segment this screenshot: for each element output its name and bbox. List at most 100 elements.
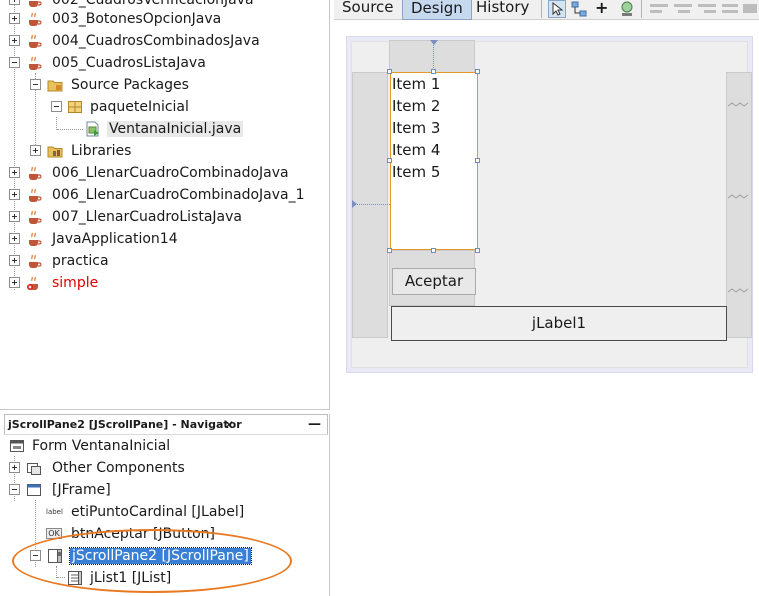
nav-node-label: [JFrame] [52, 482, 111, 498]
tree-node-project[interactable]: 003_BotonesOpcionJava [0, 8, 329, 30]
tree-node-source-packages[interactable]: Source Packages [0, 74, 329, 96]
selection-mode-icon[interactable] [548, 0, 566, 18]
jframe-icon [27, 484, 41, 496]
tree-node-label: 005_CuadrosListaJava [52, 55, 206, 71]
nav-node-label: Other Components [52, 460, 185, 476]
collapse-icon[interactable] [30, 79, 41, 90]
java-project-icon [29, 1, 42, 7]
projects-tree: 002_CuadrosVerificacionJava 003_BotonesO… [0, 0, 330, 410]
nav-node-label: Form VentanaInicial [32, 438, 171, 454]
jlabel1[interactable]: jLabel1 [391, 306, 727, 341]
java-project-error-icon [27, 276, 38, 290]
list-item[interactable]: Item 2 [392, 95, 440, 117]
tree-node-project[interactable]: 006_LlenarCuadroCombinadoJava_1 [0, 184, 329, 206]
anchor-arrow-icon [352, 200, 357, 208]
java-project-icon [29, 254, 42, 268]
expand-icon[interactable] [9, 233, 20, 244]
layout-gap [352, 72, 388, 338]
aceptar-button[interactable]: Aceptar [392, 268, 476, 295]
add-icon[interactable]: + [595, 0, 608, 17]
tree-node-file[interactable]: VentanaInicial.java [0, 118, 329, 140]
connection-mode-icon[interactable] [570, 0, 588, 18]
editor-toolbar: Source Design History + [334, 0, 759, 20]
tree-node-label: paqueteInicial [90, 99, 189, 115]
package-icon [68, 101, 82, 113]
tree-node-label: practica [52, 253, 109, 269]
resize-handle[interactable] [387, 158, 392, 163]
resize-handle[interactable] [475, 69, 480, 74]
navigator-header: jScrollPane2 [JScrollPane] - Navigator ✕… [4, 414, 328, 435]
anchor-arrow-icon [430, 40, 438, 45]
tree-node-label: 004_CuadrosCombinadosJava [52, 33, 260, 49]
preview-icon[interactable] [618, 0, 636, 18]
collapse-icon[interactable] [51, 101, 62, 112]
tree-node-project[interactable]: 004_CuadrosCombinadosJava [0, 30, 329, 52]
tree-node-project[interactable]: 006_LlenarCuadroCombinadoJava [0, 162, 329, 184]
resize-handle[interactable] [475, 158, 480, 163]
align-icon[interactable] [648, 1, 758, 17]
expand-icon[interactable] [30, 145, 41, 156]
nav-node-form[interactable]: Form VentanaInicial [0, 435, 330, 457]
navigator-title[interactable]: jScrollPane2 [JScrollPane] - Navigator [8, 416, 242, 434]
folder-icon [47, 80, 63, 92]
resize-handle[interactable] [431, 69, 436, 74]
tree-node-libraries[interactable]: Libraries [0, 140, 329, 162]
tree-node-project[interactable]: 005_CuadrosListaJava [0, 52, 329, 74]
tab-design[interactable]: Design [402, 0, 472, 20]
jframe-form[interactable]: Item 1 Item 2 Item 3 Item 4 Item 5 Acept… [351, 40, 752, 368]
expand-icon[interactable] [9, 211, 20, 222]
resize-handle[interactable] [387, 69, 392, 74]
expand-icon[interactable] [9, 35, 20, 46]
list-item[interactable]: Item 4 [392, 139, 440, 161]
tree-node-project[interactable]: 007_LlenarCuadroListaJava [0, 206, 329, 228]
collapse-icon[interactable] [9, 57, 20, 68]
expand-icon[interactable] [9, 0, 20, 5]
list-item[interactable]: Item 3 [392, 117, 440, 139]
expand-icon[interactable] [9, 189, 20, 200]
nav-node-other-components[interactable]: Other Components [0, 457, 330, 479]
java-project-icon [29, 210, 42, 224]
tree-node-project[interactable]: simple [0, 272, 329, 294]
resizable-gap-icon [728, 102, 749, 293]
resize-handle[interactable] [387, 248, 392, 253]
toolbar-separator [641, 0, 642, 18]
collapse-icon[interactable] [9, 484, 20, 495]
tree-node-label: 007_LlenarCuadroListaJava [52, 209, 242, 225]
tree-node-package[interactable]: paqueteInicial [0, 96, 329, 118]
tab-history[interactable]: History [468, 0, 537, 20]
java-project-icon [29, 232, 42, 246]
minimize-icon[interactable]: — [308, 416, 321, 434]
expand-icon[interactable] [9, 255, 20, 266]
tree-node-label: VentanaInicial.java [107, 121, 244, 137]
tree-node-label: Source Packages [71, 77, 189, 93]
tab-source[interactable]: Source [334, 0, 402, 20]
expand-icon[interactable] [9, 462, 20, 473]
java-project-icon [29, 166, 42, 180]
form-editor: Source Design History + Item 1 Item 2 It… [334, 0, 759, 596]
close-icon[interactable]: ✕ [224, 416, 234, 434]
resize-handle[interactable] [475, 248, 480, 253]
expand-icon[interactable] [9, 167, 20, 178]
expand-icon[interactable] [9, 277, 20, 288]
tree-node-label: 006_LlenarCuadroCombinadoJava [52, 165, 289, 181]
tree-node-project[interactable]: JavaApplication14 [0, 228, 329, 250]
java-project-icon [29, 188, 42, 202]
tree-node-label: JavaApplication14 [52, 231, 178, 247]
nav-node-jframe[interactable]: [JFrame] [0, 479, 330, 501]
tree-node-label: simple [52, 275, 99, 291]
java-form-file-icon [86, 121, 99, 137]
other-components-icon [27, 463, 41, 475]
java-project-icon [29, 34, 42, 48]
resize-handle[interactable] [431, 248, 436, 253]
expand-icon[interactable] [9, 13, 20, 24]
nav-node-jlabel[interactable]: label etiPuntoCardinal [JLabel] [0, 501, 330, 523]
design-canvas[interactable]: Item 1 Item 2 Item 3 Item 4 Item 5 Acept… [346, 36, 753, 373]
list-item[interactable]: Item 1 [392, 73, 440, 95]
tree-node-project[interactable]: practica [0, 250, 329, 272]
list-item[interactable]: Item 5 [392, 161, 440, 183]
annotation-ellipse [12, 529, 292, 593]
jlist1[interactable]: Item 1 Item 2 Item 3 Item 4 Item 5 [390, 72, 478, 250]
tree-node-label: 006_LlenarCuadroCombinadoJava_1 [52, 187, 305, 203]
java-project-icon [29, 56, 42, 70]
jlabel-icon: label [46, 508, 63, 516]
